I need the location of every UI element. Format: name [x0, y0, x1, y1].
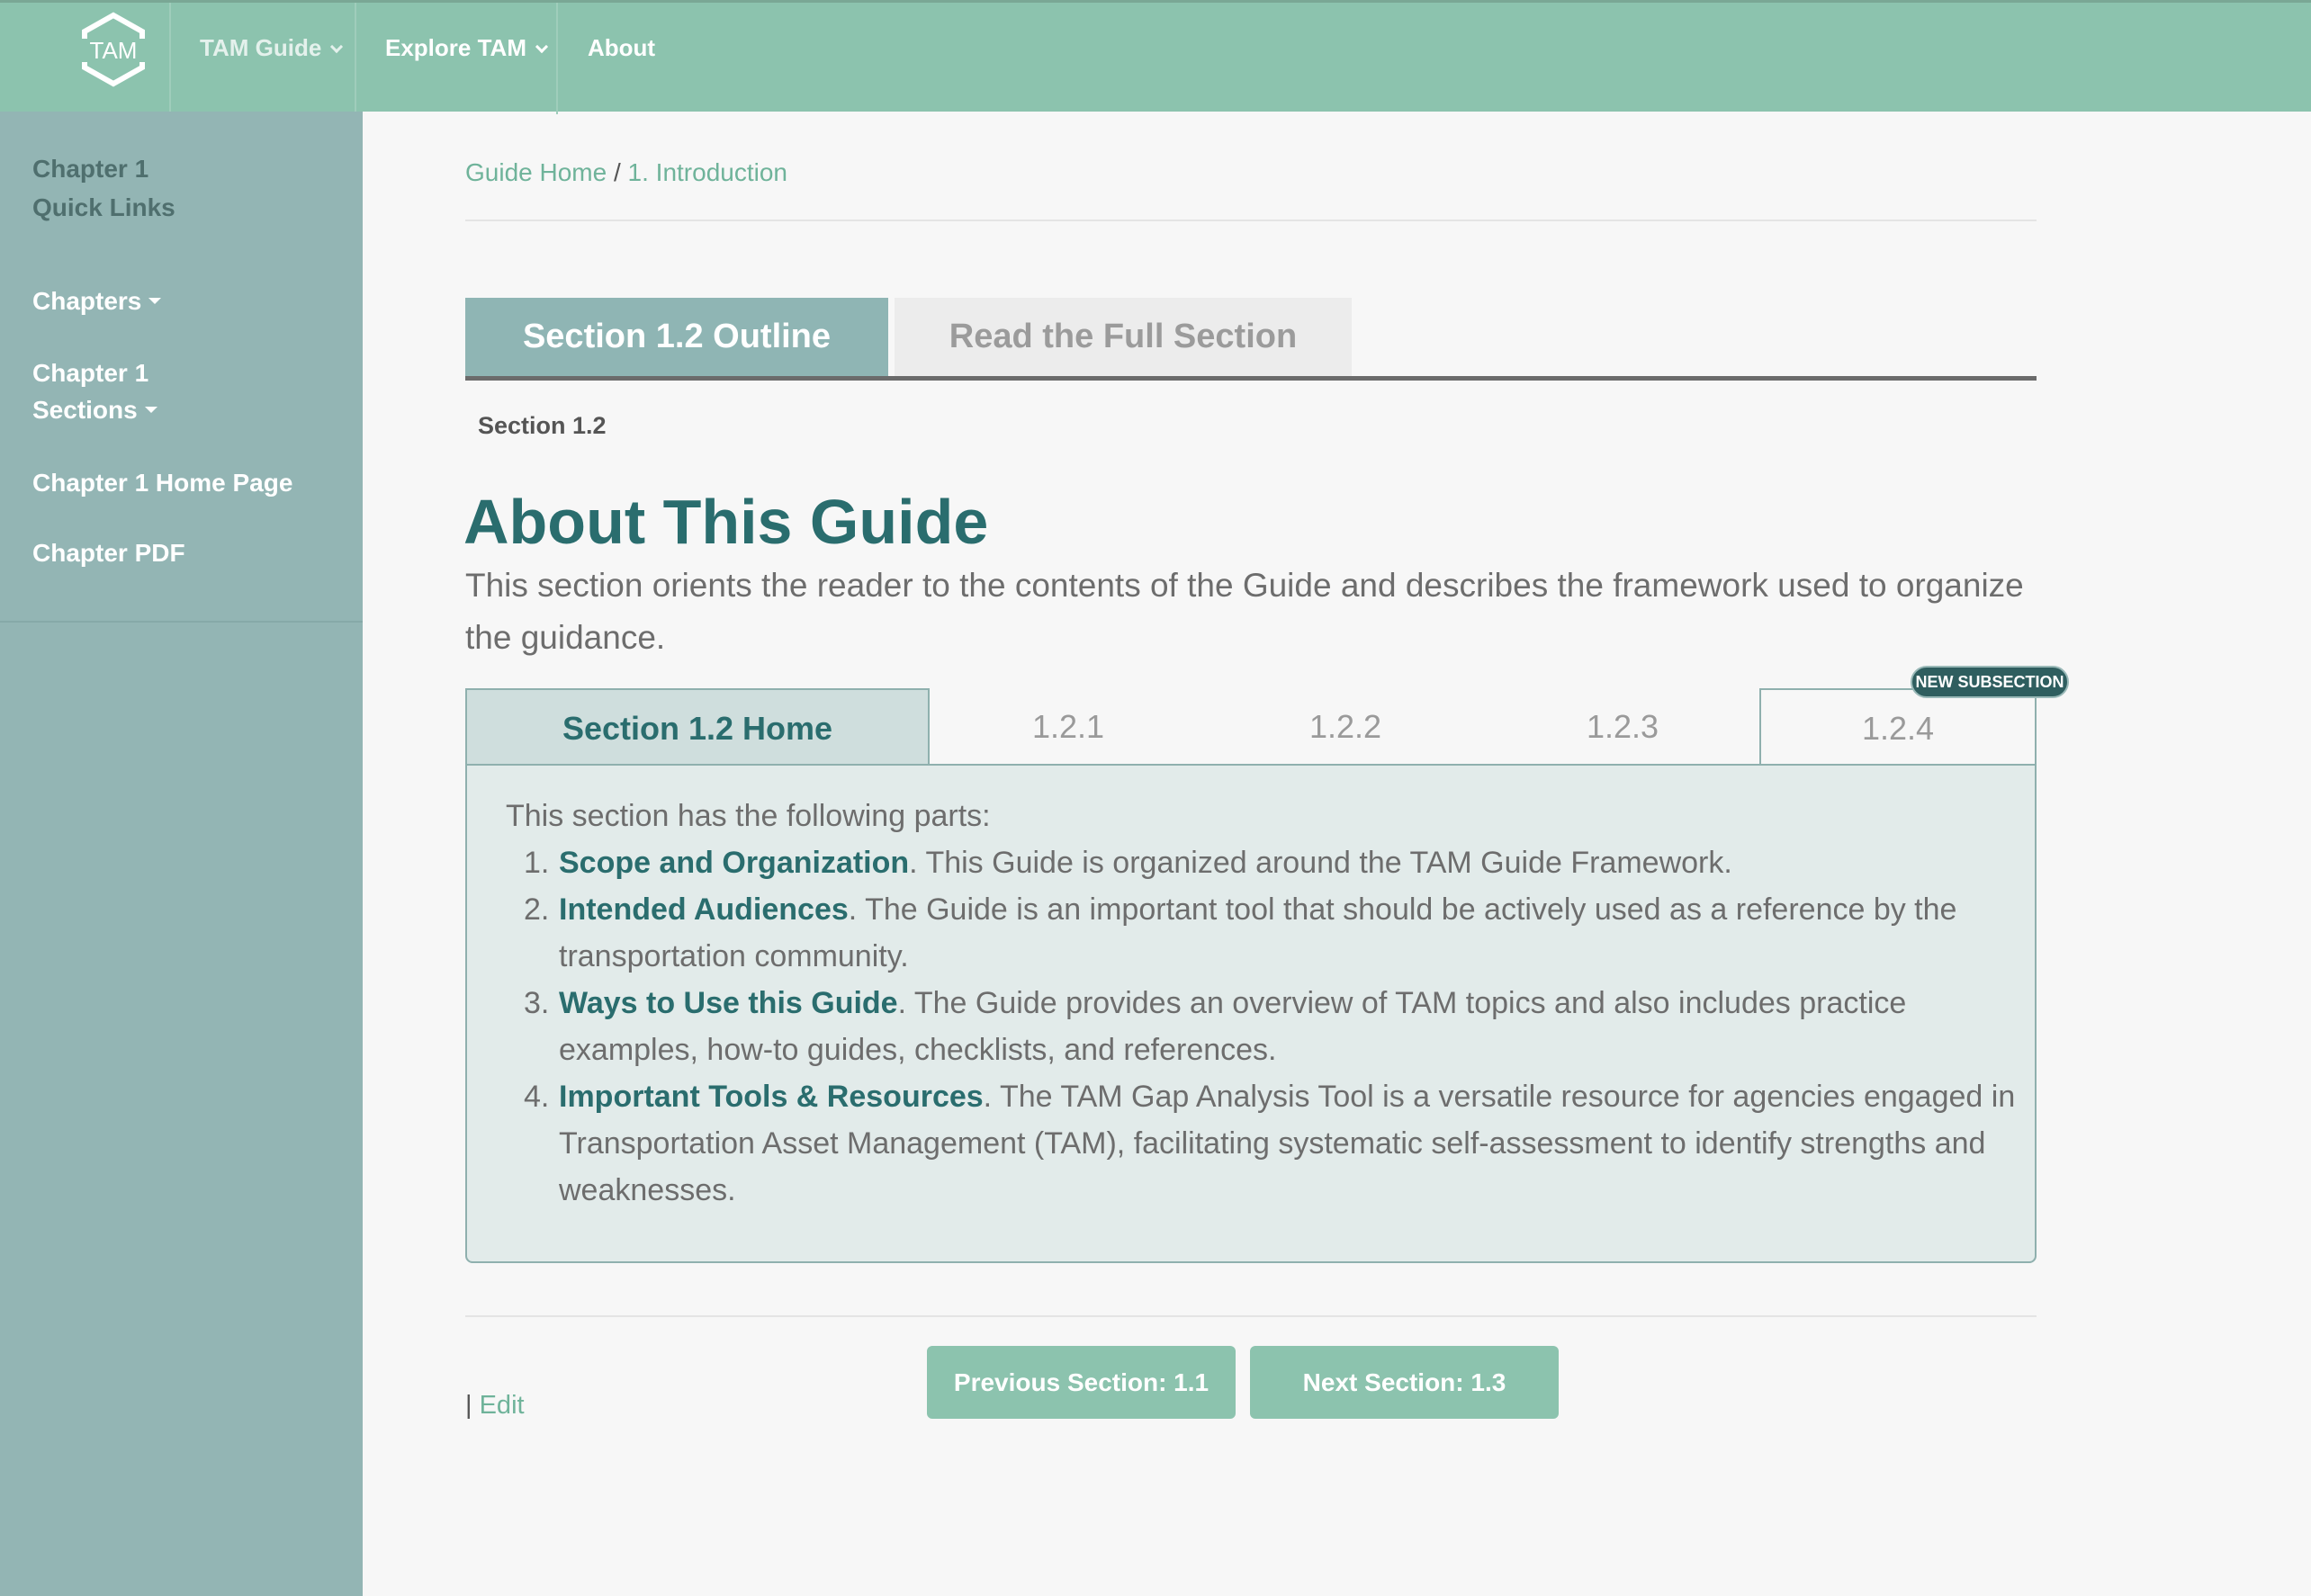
tab-underline [465, 376, 2037, 381]
nav-divider [355, 3, 356, 114]
part-link-tools-resources[interactable]: Important Tools & Resources [559, 1080, 984, 1114]
sidebar-sections-line2: Sections [32, 396, 138, 424]
subtab-1-2-3[interactable]: 1.2.3 [1484, 688, 1761, 766]
tam-logo[interactable]: TAM [79, 12, 148, 87]
top-navbar: TAM TAM Guide Explore TAM About [0, 0, 2311, 114]
edit-link[interactable]: Edit [480, 1391, 525, 1420]
parts-list: 1. Scope and Organization. This Guide is … [506, 839, 2027, 1214]
list-number: 4. [524, 1080, 550, 1114]
subtab-1-2-2[interactable]: 1.2.2 [1207, 688, 1484, 766]
section-label: Section 1.2 [478, 412, 607, 439]
sidebar-chapter-pdf-link[interactable]: Chapter PDF [32, 534, 185, 571]
part-link-scope[interactable]: Scope and Organization [559, 846, 909, 880]
subsection-tabs: Section 1.2 Home 1.2.1 1.2.2 1.2.3 1.2.4 [465, 688, 2037, 766]
edit-prefix: | [465, 1391, 480, 1420]
chevron-down-icon [535, 40, 549, 54]
sidebar-chapter-home-link[interactable]: Chapter 1 Home Page [32, 464, 292, 501]
part-description: . This Guide is organized around the TAM… [909, 846, 1732, 880]
list-item: 3. Ways to Use this Guide. The Guide prov… [506, 980, 2027, 1073]
nav-divider [169, 3, 171, 114]
sidebar-heading-line2: Quick Links [32, 193, 175, 221]
sidebar-chapters-label: Chapters [32, 287, 142, 315]
nav-explore-tam[interactable]: Explore TAM [385, 3, 549, 93]
sidebar: Chapter 1 Quick Links Chapters Chapter 1… [0, 112, 363, 1596]
section-lead: This section orients the reader to the c… [465, 567, 2024, 656]
sidebar-divider [0, 621, 363, 623]
subtab-1-2-1[interactable]: 1.2.1 [930, 688, 1207, 766]
divider [465, 1315, 2037, 1317]
nav-tam-guide-label: TAM Guide [200, 34, 322, 61]
subtab-1-2-4[interactable]: 1.2.4 [1759, 688, 2037, 766]
tab-section-outline[interactable]: Section 1.2 Outline [465, 298, 888, 376]
breadcrumb: Guide Home / 1. Introduction [465, 155, 787, 191]
sidebar-sections-line1: Chapter 1 [32, 359, 149, 387]
chevron-down-icon [330, 40, 344, 54]
part-link-ways-to-use[interactable]: Ways to Use this Guide [559, 986, 898, 1020]
nav-about[interactable]: About [588, 3, 655, 93]
caret-down-icon [148, 298, 162, 304]
sidebar-sections-dropdown[interactable]: Chapter 1 Sections [32, 354, 157, 428]
sidebar-chapters-dropdown[interactable]: Chapters [32, 282, 162, 319]
list-number: 1. [524, 846, 550, 880]
sidebar-heading-line1: Chapter 1 [32, 155, 149, 183]
previous-section-button[interactable]: Previous Section: 1.1 [927, 1346, 1236, 1419]
nav-explore-tam-label: Explore TAM [385, 34, 526, 61]
next-section-button[interactable]: Next Section: 1.3 [1250, 1346, 1559, 1419]
divider [465, 220, 2037, 221]
list-item: 4. Important Tools & Resources. The TAM G… [506, 1073, 2027, 1214]
nav-tam-guide[interactable]: TAM Guide [200, 3, 344, 93]
part-link-audiences[interactable]: Intended Audiences [559, 892, 849, 927]
new-subsection-badge: NEW SUBSECTION [1911, 666, 2069, 698]
breadcrumb-guide-home[interactable]: Guide Home [465, 158, 607, 186]
caret-down-icon [144, 407, 157, 413]
tab-read-full-section[interactable]: Read the Full Section [895, 298, 1352, 376]
list-number: 3. [524, 986, 550, 1020]
list-item: 2. Intended Audiences. The Guide is an im… [506, 886, 2027, 980]
page-title: About This Guide [463, 487, 989, 557]
breadcrumb-introduction[interactable]: 1. Introduction [628, 158, 787, 186]
nav-divider [556, 3, 558, 114]
breadcrumb-separator: / [607, 158, 628, 186]
subsection-panel: This section has the following parts: 1.… [465, 764, 2037, 1263]
sidebar-heading: Chapter 1 Quick Links [32, 149, 175, 227]
list-number: 2. [524, 892, 550, 927]
edit-area: | Edit [465, 1387, 525, 1423]
logo-text: TAM [90, 37, 138, 64]
subtab-section-home[interactable]: Section 1.2 Home [465, 688, 930, 766]
panel-intro: This section has the following parts: [506, 799, 991, 833]
list-item: 1. Scope and Organization. This Guide is … [506, 839, 2027, 886]
nav-about-label: About [588, 34, 656, 61]
